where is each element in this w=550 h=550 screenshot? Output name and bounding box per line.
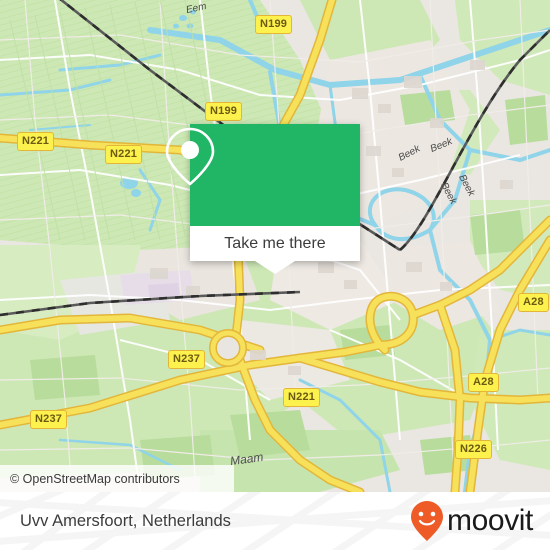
road-shield: N221 xyxy=(105,145,143,164)
popup-cta[interactable]: Take me there xyxy=(190,226,360,261)
moovit-map-share-card: N199 N199 N221 N221 N237 N237 N221 A28 A… xyxy=(0,0,550,550)
take-me-there-popup[interactable]: Take me there xyxy=(165,124,360,274)
road-shield: N199 xyxy=(255,15,293,34)
popup-accent-panel xyxy=(165,124,360,226)
road-shield: N226 xyxy=(455,440,493,459)
map-canvas[interactable]: N199 N199 N221 N221 N237 N237 N221 A28 A… xyxy=(0,0,550,492)
road-shield: N237 xyxy=(30,410,68,429)
attribution-text: © OpenStreetMap contributors xyxy=(10,471,180,486)
popup-pointer-tail xyxy=(255,261,295,274)
road-shield: A28 xyxy=(468,373,499,392)
map-attribution[interactable]: © OpenStreetMap contributors xyxy=(0,465,234,492)
road-shield: A28 xyxy=(518,293,549,312)
location-title: Uvv Amersfoort, Netherlands xyxy=(20,511,231,530)
moovit-logo[interactable]: moovit xyxy=(410,492,533,550)
road-shield: N221 xyxy=(283,388,321,407)
road-shield: N237 xyxy=(168,350,206,369)
road-shield: N221 xyxy=(17,132,55,151)
moovit-pin-icon xyxy=(411,501,444,541)
road-shield: N199 xyxy=(205,102,243,121)
map-pin-icon xyxy=(165,127,215,186)
popup-cta-label: Take me there xyxy=(224,234,326,252)
moovit-wordmark: moovit xyxy=(447,504,533,537)
footer-bar: Uvv Amersfoort, Netherlands moovit xyxy=(0,492,550,550)
